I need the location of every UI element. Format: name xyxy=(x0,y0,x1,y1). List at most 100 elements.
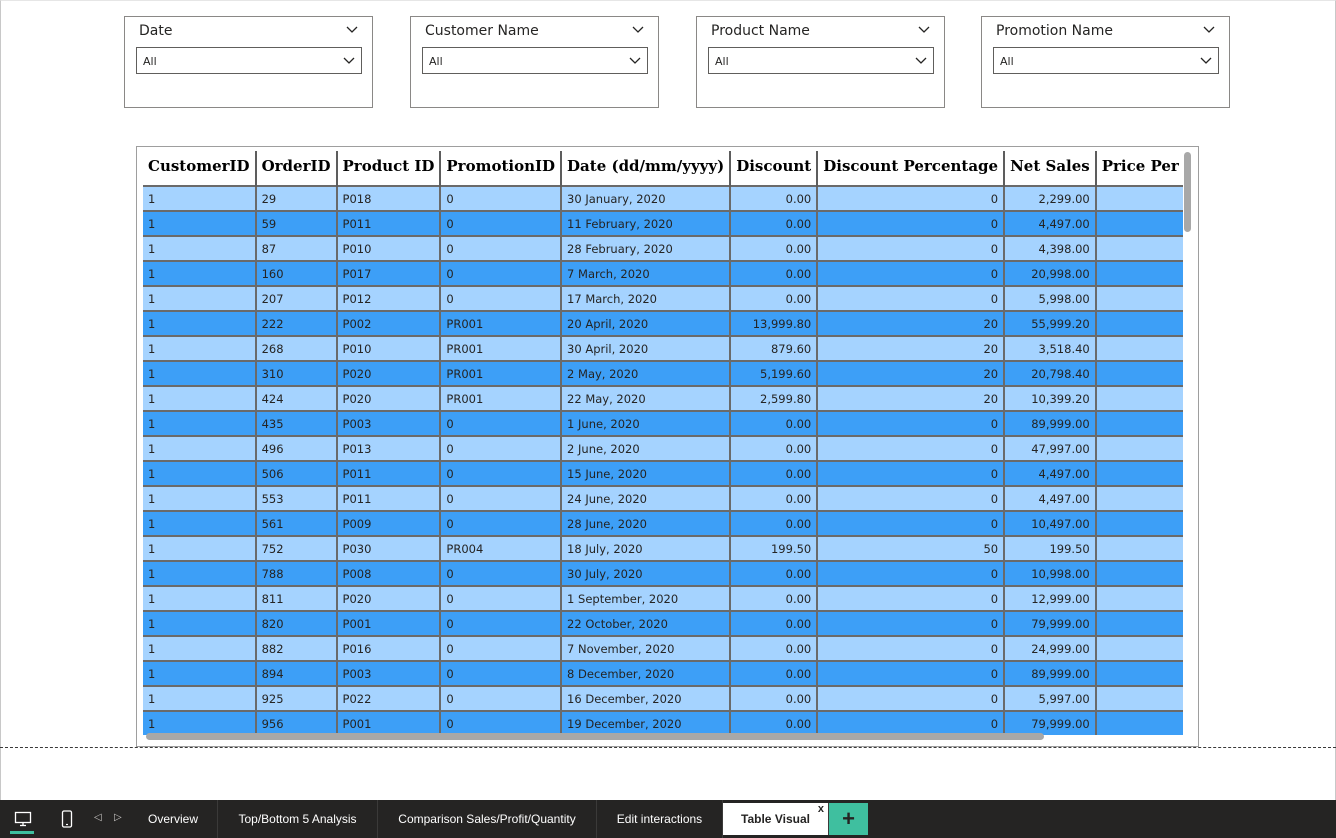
chevron-down-icon[interactable] xyxy=(346,25,358,34)
column-header[interactable]: Discount Percentage xyxy=(816,151,1005,186)
table-cell: 30 April, 2020 xyxy=(560,335,731,361)
table-row[interactable]: 1 811 P020 0 1 September, 2020 0.00 0 12,999.00… xyxy=(143,585,1183,611)
table-cell: 0 xyxy=(439,485,562,511)
table-cell: 2999 xyxy=(1094,285,1183,311)
table-row[interactable]: 1506P011015 June, 20200.0004,497.0014994… xyxy=(143,460,1183,486)
mobile-icon xyxy=(61,810,73,828)
table-row[interactable]: 1435P00301 June, 20200.00089,999.0089999… xyxy=(143,410,1183,436)
tab-table-visual[interactable]: Table Visual x xyxy=(723,803,829,835)
table-cell: P022 xyxy=(335,685,441,711)
table-cell: 435 xyxy=(254,410,337,436)
product-name-dropdown[interactable]: All xyxy=(708,47,934,74)
table-row[interactable]: 1 222 P002 PR001 20 April, 2020 13,999.80 20 55… xyxy=(143,310,1183,336)
table-cell: P001 xyxy=(335,710,441,735)
table-cell: 1 xyxy=(143,210,256,236)
chevron-down-icon[interactable] xyxy=(1203,25,1215,34)
table-cell: 20 April, 2020 xyxy=(560,310,731,336)
column-header[interactable]: CustomerID xyxy=(143,151,256,186)
table-row[interactable]: 1561P009028 June, 20200.00010,497.003499… xyxy=(143,510,1183,536)
table-cell: P012 xyxy=(335,285,441,311)
table-cell: 5499 xyxy=(1094,560,1183,586)
tab-edit-interactions[interactable]: Edit interactions xyxy=(597,800,723,838)
table-cell: 1 xyxy=(143,285,256,311)
slicer-promotion-name[interactable]: Promotion Name All xyxy=(981,16,1230,108)
table-cell: P008 xyxy=(335,560,441,586)
table-row[interactable]: 1 310 P020 PR001 2 May, 2020 5,199.60 20 20,798… xyxy=(143,360,1183,386)
table-cell: 0 xyxy=(816,185,1005,211)
column-header[interactable]: PromotionID xyxy=(439,151,562,186)
table-row[interactable]: 1 956 P001 0 19 December, 2020 0.00 0 79,999.00… xyxy=(143,710,1183,735)
tab-label: Edit interactions xyxy=(616,812,703,826)
tab-overview[interactable]: Overview xyxy=(129,800,218,838)
table-row[interactable]: 1 752 P030 PR004 18 July, 2020 199.50 50 199.50… xyxy=(143,535,1183,561)
table-row[interactable]: 1 424 P020 PR001 22 May, 2020 2,599.80 20 10,39… xyxy=(143,385,1183,411)
table-cell: P009 xyxy=(335,510,441,536)
tab-top-bottom-5-analysis[interactable]: Top/Bottom 5 Analysis xyxy=(218,800,378,838)
table-row[interactable]: 1882P01607 November, 20200.00024,999.002… xyxy=(143,635,1183,661)
table-cell: 199.50 xyxy=(1003,535,1096,561)
table-header-row: CustomerID OrderID Product ID PromotionID Da… xyxy=(143,151,1183,186)
table-cell: 1 xyxy=(143,660,256,686)
mobile-view-button[interactable] xyxy=(56,800,78,838)
table-cell: 4,497.00 xyxy=(1003,460,1096,486)
chevron-down-icon xyxy=(915,57,927,64)
table-row[interactable]: 1553P011024 June, 20200.0004,497.0014994… xyxy=(143,485,1183,511)
table-row[interactable]: 159P011011 February, 20200.0004,497.0014… xyxy=(143,210,1183,236)
table-cell: 20,998.00 xyxy=(1003,260,1096,286)
table-cell: 22 May, 2020 xyxy=(560,385,731,411)
date-dropdown[interactable]: All xyxy=(136,47,362,74)
slicer-date[interactable]: Date All xyxy=(124,16,373,108)
table-row[interactable]: 1 268 P010 PR001 30 April, 2020 879.60 20 3,518… xyxy=(143,335,1183,361)
column-header[interactable]: Date (dd/mm/yyyy) xyxy=(560,151,731,186)
table-cell: 0 xyxy=(816,285,1005,311)
customer-name-dropdown[interactable]: All xyxy=(422,47,648,74)
table-cell: 1999 xyxy=(1094,685,1183,711)
add-page-button[interactable]: + xyxy=(829,803,868,835)
table-row[interactable]: 1496P01302 June, 20200.00047,997.0015999… xyxy=(143,435,1183,461)
column-header[interactable]: Discount xyxy=(729,151,818,186)
table-cell: 1499 xyxy=(1094,485,1183,511)
slicer-customer-name[interactable]: Customer Name All xyxy=(410,16,659,108)
table-cell: 2 May, 2020 xyxy=(560,360,731,386)
table-cell: 1 xyxy=(143,635,256,661)
chevron-down-icon[interactable] xyxy=(918,25,930,34)
table-row[interactable]: 187P010028 February, 20200.0004,398.0021… xyxy=(143,235,1183,261)
chevron-down-icon xyxy=(629,57,641,64)
column-header[interactable]: Price Per Unit xyxy=(1094,151,1183,186)
table-cell: 0.00 xyxy=(729,660,818,686)
table-cell: 30 January, 2020 xyxy=(560,185,731,211)
table-cell: 20,798.40 xyxy=(1003,360,1096,386)
table-row[interactable]: 1925P022016 December, 20200.0005,997.001… xyxy=(143,685,1183,711)
table-cell: 11 February, 2020 xyxy=(560,210,731,236)
table-cell: 0.00 xyxy=(729,560,818,586)
promotion-name-dropdown[interactable]: All xyxy=(993,47,1219,74)
table-row[interactable]: 1820P001022 October, 20200.00079,999.007… xyxy=(143,610,1183,636)
column-header[interactable]: Net Sales xyxy=(1003,151,1096,186)
vertical-scrollbar[interactable] xyxy=(1184,152,1191,232)
table-row[interactable]: 1788P008030 July, 20200.00010,998.005499… xyxy=(143,560,1183,586)
slicer-product-name[interactable]: Product Name All xyxy=(696,16,945,108)
table-row[interactable]: 1894P00308 December, 20200.00089,999.008… xyxy=(143,660,1183,686)
table-cell: 7 March, 2020 xyxy=(560,260,731,286)
table-cell: 0 xyxy=(439,235,562,261)
table-cell: PR001 xyxy=(439,335,562,361)
table-cell: 1 September, 2020 xyxy=(560,585,731,611)
horizontal-scrollbar[interactable] xyxy=(146,733,1044,740)
close-icon[interactable]: x xyxy=(818,803,824,815)
table-cell: 1 xyxy=(143,235,256,261)
table-cell: P011 xyxy=(335,485,441,511)
table-row[interactable]: 1207P012017 March, 20200.0005,998.002999… xyxy=(143,285,1183,311)
active-view-indicator xyxy=(10,831,34,834)
table-row[interactable]: 1160P01707 March, 20200.00020,998.001049… xyxy=(143,260,1183,286)
table-visual[interactable]: CustomerID OrderID Product ID PromotionID Da… xyxy=(136,146,1199,747)
column-header[interactable]: Product ID xyxy=(335,151,441,186)
table-row[interactable]: 129P018030 January, 20200.0002,299.00229… xyxy=(143,185,1183,211)
table-cell: 0 xyxy=(816,710,1005,735)
chevron-down-icon[interactable] xyxy=(632,25,644,34)
table-cell: 310 xyxy=(254,360,337,386)
chevron-left-icon[interactable]: ◁ xyxy=(94,812,102,823)
tab-comparison[interactable]: Comparison Sales/Profit/Quantity xyxy=(378,800,597,838)
column-header[interactable]: OrderID xyxy=(254,151,337,186)
chevron-right-icon[interactable]: ▷ xyxy=(114,812,122,823)
table-cell: 18 July, 2020 xyxy=(560,535,731,561)
